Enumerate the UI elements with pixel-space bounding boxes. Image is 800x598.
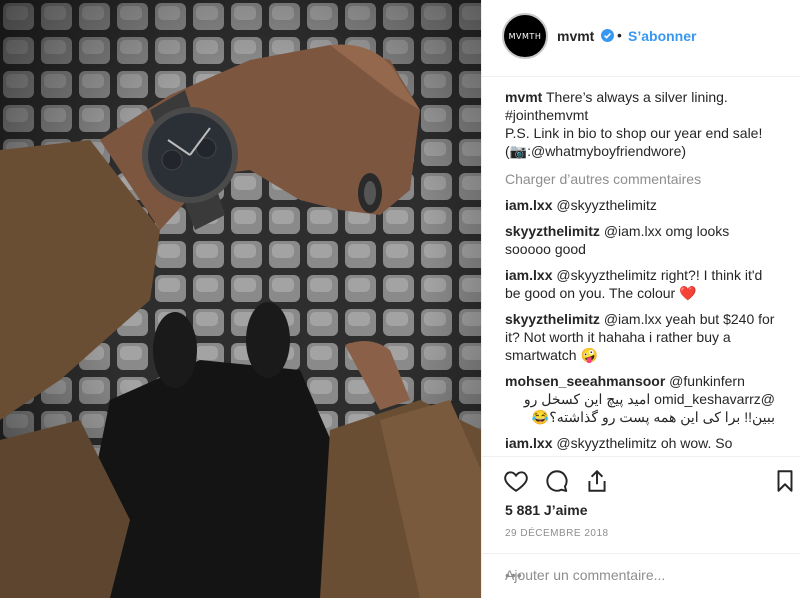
avatar-text: MVMTH [508,31,542,41]
likes-count[interactable]: 5 881 J’aime [505,502,588,518]
caption: mvmt There’s always a silver lining. #jo… [505,88,775,160]
verified-badge-icon [601,29,614,42]
comment-bubble-icon[interactable] [544,468,570,494]
photo-illustration [0,0,481,598]
caption-line-3: P.S. Link in bio to shop our year end sa… [505,125,763,141]
more-options-button[interactable]: ••• [505,567,791,583]
comment-username[interactable]: iam.lxx [505,267,552,283]
post-panel: MVMTH mvmt • S’abonner mvmt There’s alwa… [481,0,800,598]
like-heart-icon[interactable] [503,468,529,494]
comment-item: iam.lxx @skyyzthelimitz [505,196,775,214]
separator-dot: • [617,27,622,43]
comment-username[interactable]: iam.lxx [505,197,552,213]
comment-item: mohsen_seeahmansoor @funkinfern @omid_ke… [505,372,775,426]
share-upload-icon[interactable] [584,468,610,494]
comment-text: @funkinfern [665,373,745,389]
comment-item: skyyzthelimitz @iam.lxx yeah but $240 fo… [505,310,775,364]
add-comment-bar: Ajouter un commentaire... ••• [482,553,800,594]
comment-username[interactable]: skyyzthelimitz [505,223,600,239]
comments-list: mvmt There’s always a silver lining. #jo… [505,88,775,456]
caption-line-1: There’s always a silver lining. [542,89,728,105]
bookmark-icon[interactable] [772,468,798,494]
post-actions: 5 881 J’aime 29 DÉCEMBRE 2018 Ajouter un… [482,456,800,587]
post-header: MVMTH mvmt • S’abonner [482,0,800,77]
post-date: 29 DÉCEMBRE 2018 [505,528,609,539]
load-more-comments[interactable]: Charger d’autres commentaires [505,170,775,188]
comment-text: @skyyzthelimitz oh wow. So [552,435,733,451]
follow-button[interactable]: S’abonner [628,28,696,44]
comment-item: iam.lxx @skyyzthelimitz oh wow. So [505,434,775,452]
comment-username[interactable]: mohsen_seeahmansoor [505,373,665,389]
comment-text-rtl: @omid_keshavarrz امید پیچ این کسخل رو بب… [523,391,775,425]
avatar[interactable]: MVMTH [502,13,548,59]
comment-item: skyyzthelimitz @iam.lxx omg looks sooooo… [505,222,775,258]
comment-username[interactable]: skyyzthelimitz [505,311,600,327]
comment-item: iam.lxx @skyyzthelimitz right?! I think … [505,266,775,302]
caption-line-4: (📷:@whatmyboyfriendwore) [505,143,687,159]
caption-username[interactable]: mvmt [505,89,542,105]
post-photo[interactable] [0,0,481,598]
caption-hashtag[interactable]: #jointhemvmt [505,107,588,123]
comment-text: @skyyzthelimitz [552,197,657,213]
comment-username[interactable]: iam.lxx [505,435,552,451]
username-link[interactable]: mvmt [557,28,594,44]
